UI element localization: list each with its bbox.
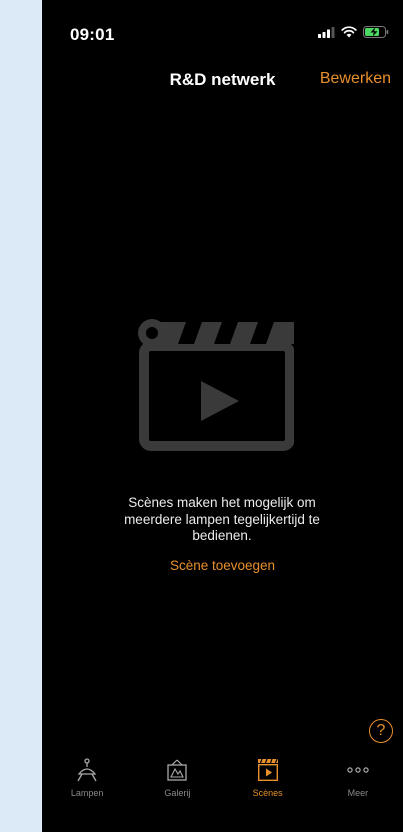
wifi-icon <box>341 26 357 38</box>
empty-state-message: Scènes maken het mogelijk om meerdere la… <box>124 495 320 543</box>
tab-galerij[interactable]: Galerij <box>132 752 222 832</box>
edit-button[interactable]: Bewerken <box>320 70 391 88</box>
signal-icon <box>318 26 335 38</box>
battery-charging-icon <box>363 26 389 38</box>
tab-label: Galerij <box>164 788 191 798</box>
tab-label: Meer <box>347 788 369 798</box>
more-icon <box>344 756 372 784</box>
help-icon: ? <box>376 722 386 739</box>
status-icons <box>318 26 389 38</box>
tab-scenes[interactable]: Scènes <box>223 752 313 832</box>
phone-screen: 09:01 R&D netwerk Bewerken Scènes maken … <box>42 0 403 832</box>
clapperboard-tab-icon <box>254 756 282 784</box>
help-button[interactable]: ? <box>369 719 393 743</box>
tab-label: Scènes <box>252 788 283 798</box>
tab-label: Lampen <box>70 788 104 798</box>
lamp-icon <box>73 756 101 784</box>
gallery-icon <box>163 756 191 784</box>
tab-lampen[interactable]: Lampen <box>42 752 132 832</box>
status-time: 09:01 <box>70 25 115 44</box>
add-scene-link[interactable]: Scène toevoegen <box>42 558 403 573</box>
clapperboard-icon <box>138 318 295 452</box>
tab-bar: Lampen Galerij Scènes Meer <box>42 752 403 832</box>
status-bar: 09:01 <box>42 0 403 60</box>
tab-meer[interactable]: Meer <box>313 752 403 832</box>
